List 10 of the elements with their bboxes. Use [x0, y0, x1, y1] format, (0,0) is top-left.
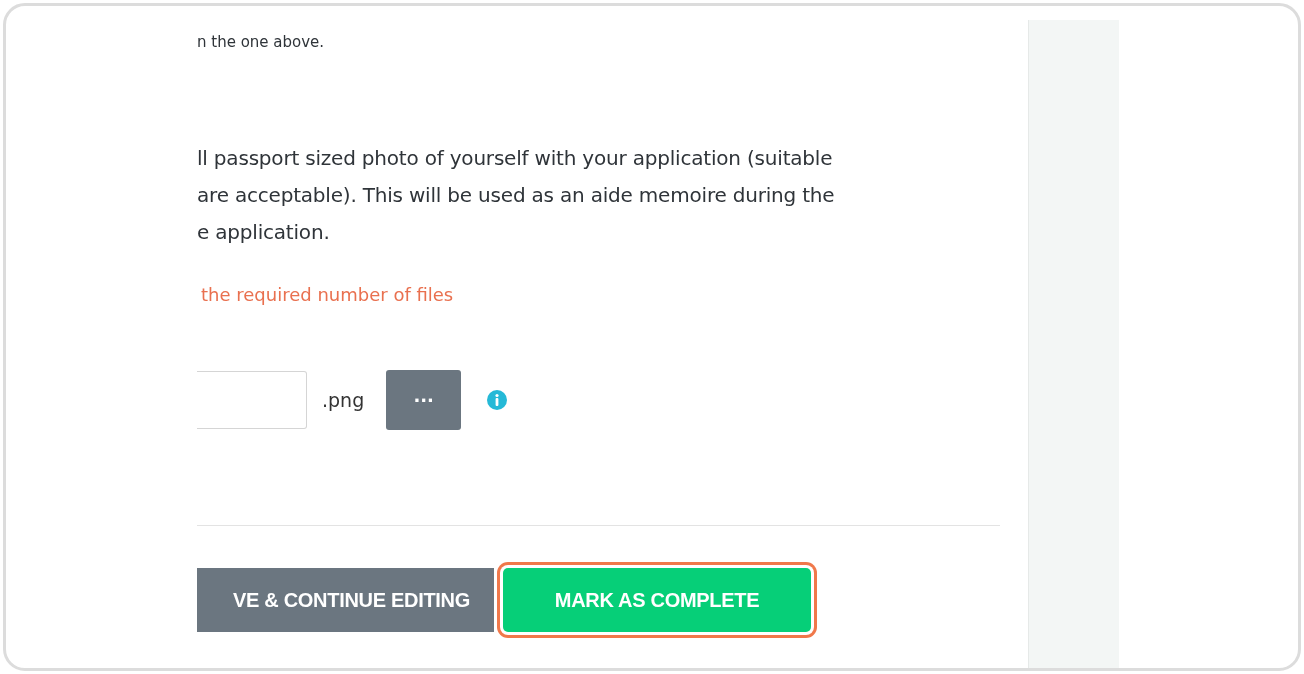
error-message: the required number of files — [201, 284, 455, 305]
action-button[interactable]: VE & CONTINUE EDITING — [197, 568, 494, 632]
info-icon[interactable] — [486, 389, 509, 411]
file-name-field[interactable] — [197, 371, 307, 429]
file-extension: .png — [322, 389, 365, 411]
instruction-text: e application. — [197, 219, 331, 246]
browse-button[interactable]: ··· — [386, 370, 462, 430]
instruction-text: are acceptable). This will be used as an aide memoire during the — [197, 182, 836, 209]
instruction-text: n the one above. — [197, 32, 326, 52]
instruction-text: ll passport sized photo of yourself with your application (suitable — [197, 145, 834, 172]
